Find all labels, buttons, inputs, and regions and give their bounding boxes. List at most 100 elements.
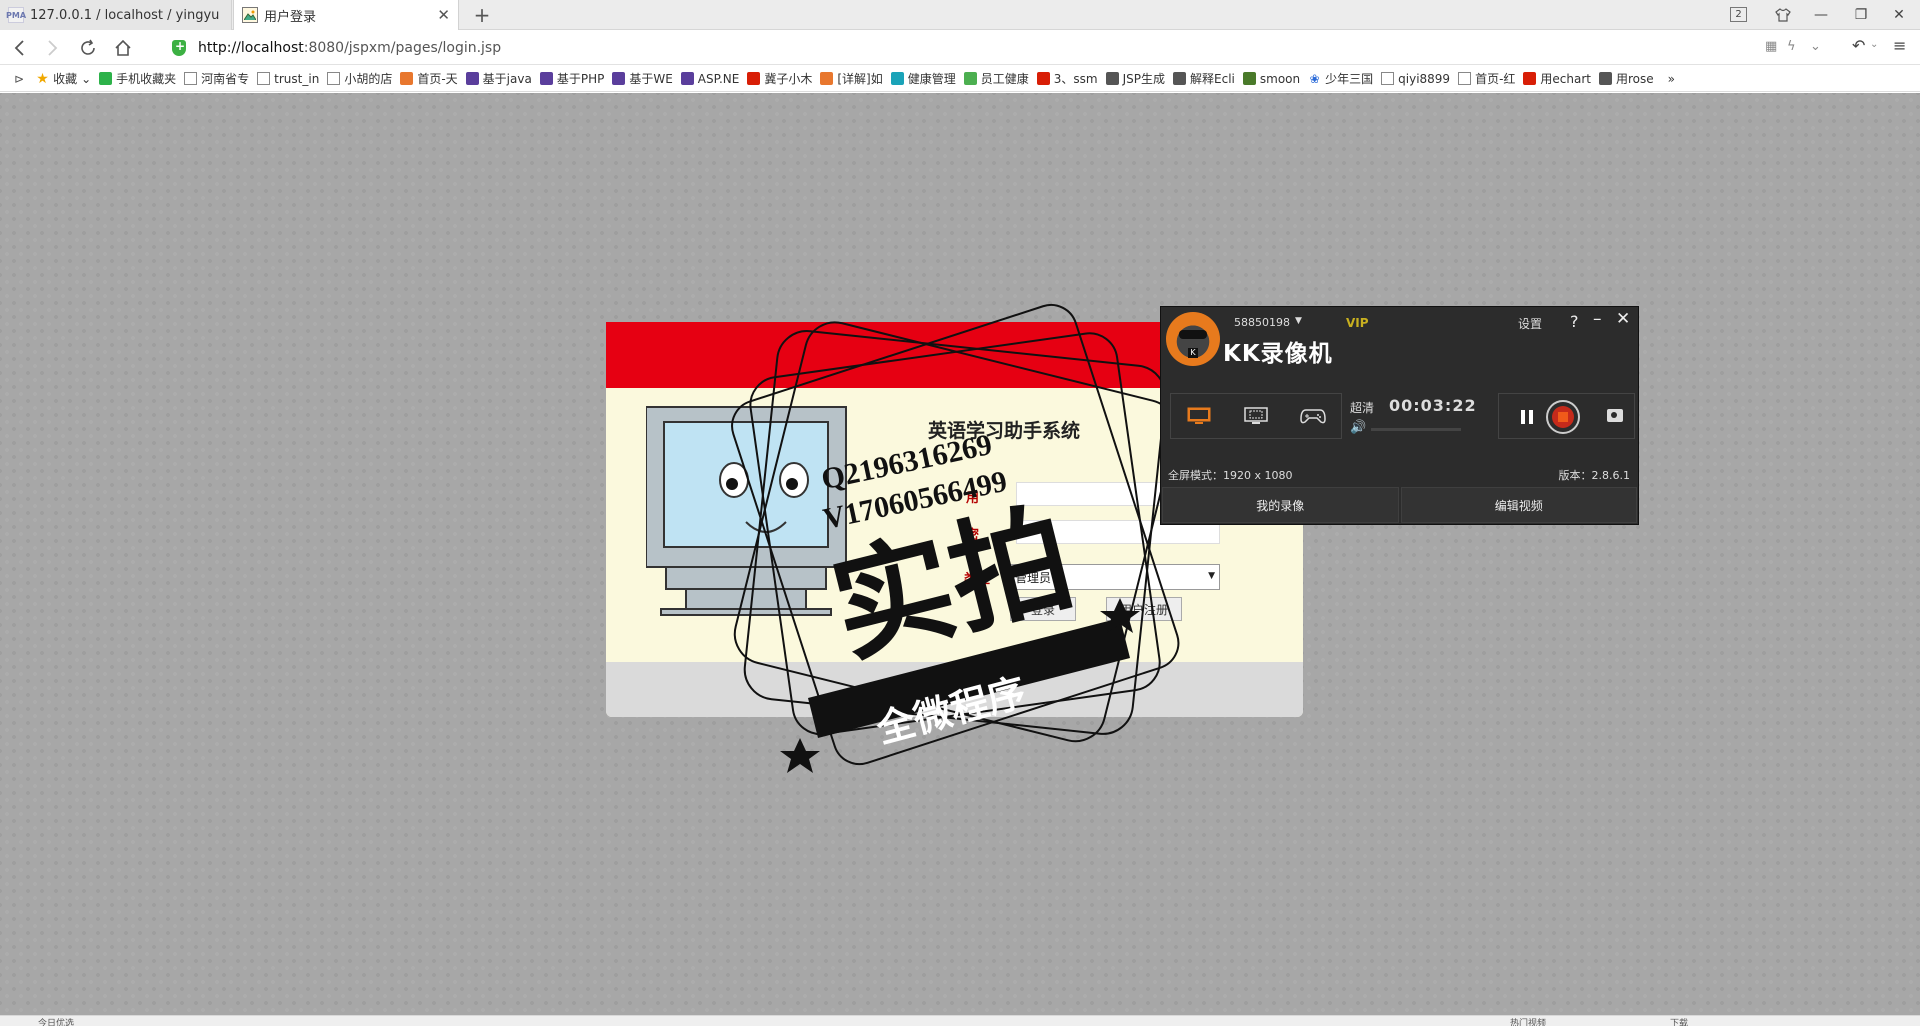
recorder-brand: KK录像机 — [1223, 341, 1333, 367]
bookmark-item[interactable]: 用rose — [1599, 70, 1654, 87]
more-bookmarks-icon[interactable]: » — [1668, 72, 1675, 86]
window-count-badge[interactable]: 2 — [1730, 7, 1747, 22]
bookmark-label: 基于java — [482, 72, 532, 86]
bookmark-label: 河南省专 — [201, 72, 250, 86]
bookmark-item[interactable]: smoon — [1242, 72, 1300, 86]
chevron-down-icon[interactable]: ⌄ — [1870, 39, 1878, 50]
reload-icon[interactable] — [75, 36, 101, 60]
close-icon[interactable]: ✕ — [1616, 309, 1630, 329]
doc-icon — [257, 72, 271, 85]
region-mode-icon[interactable] — [1243, 406, 1269, 426]
phone-icon — [99, 72, 113, 85]
recording-controls — [1498, 393, 1635, 439]
bookmark-item[interactable]: 基于PHP — [539, 70, 604, 87]
bookmark-item[interactable]: 手机收藏夹 — [99, 70, 176, 87]
undo-icon[interactable]: ↶ — [1852, 36, 1865, 55]
bookmark-item[interactable]: 河南省专 — [184, 70, 249, 87]
bookmark-label: 员工健康 — [980, 72, 1029, 86]
bookmark-item[interactable]: ★ 收藏 ⌄ — [36, 70, 91, 87]
fullscreen-mode-info: 全屏模式：1920 x 1080 — [1168, 469, 1293, 482]
paw-icon: ❀ — [1309, 71, 1320, 86]
lightning-icon[interactable]: ϟ — [1787, 39, 1796, 54]
grid-icon[interactable]: ▦ — [1765, 39, 1777, 54]
bookmarks-bar: ⊳ ★ 收藏 ⌄ 手机收藏夹 河南省专 trust_in 小胡的店 首页-天 基于java 基于P… — [0, 66, 1920, 92]
doc-icon — [327, 72, 341, 85]
volume-icon[interactable]: 🔊 — [1350, 420, 1366, 435]
restore-button[interactable]: ❐ — [1840, 0, 1882, 30]
chevron-down-icon[interactable]: ⌄ — [1810, 39, 1821, 54]
bookmark-label: trust_in — [274, 71, 320, 86]
bookmark-item[interactable]: 小胡的店 — [327, 70, 392, 87]
bookmark-item[interactable]: 用echart — [1523, 70, 1591, 87]
site-icon — [820, 72, 834, 85]
sidebar-toggle-icon[interactable]: ⊳ — [14, 72, 24, 86]
camera-icon[interactable] — [1607, 409, 1623, 422]
status-left[interactable]: 今日优选 — [38, 1016, 74, 1026]
status-videos[interactable]: 热门视频 — [1510, 1016, 1546, 1026]
bookmark-item[interactable]: 首页-天 — [400, 70, 458, 87]
edit-video-button[interactable]: 编辑视频 — [1400, 487, 1637, 523]
bookmark-item[interactable]: 基于java — [465, 70, 532, 87]
quality-selector[interactable]: 超清 — [1350, 399, 1374, 416]
bookmark-label: 首页-红 — [1475, 72, 1516, 86]
fullscreen-mode-icon[interactable] — [1186, 406, 1212, 426]
my-videos-button[interactable]: 我的录像 — [1162, 487, 1399, 523]
bookmark-item[interactable]: 健康管理 — [890, 70, 956, 87]
chevron-down-icon[interactable]: ▼ — [1295, 316, 1302, 326]
bookmark-item[interactable]: 首页-红 — [1458, 70, 1515, 87]
bookmark-item[interactable]: trust_in — [257, 72, 319, 86]
status-download[interactable]: 下载 — [1670, 1016, 1688, 1026]
gamepad-icon[interactable] — [1299, 406, 1326, 426]
bookmark-item[interactable]: 解释Ecli — [1173, 70, 1235, 87]
bookmark-label: 收藏 — [53, 72, 78, 86]
phpmyadmin-icon: PMA — [6, 7, 26, 23]
menu-icon[interactable]: ≡ — [1893, 36, 1906, 55]
bookmark-item[interactable]: 冀子小木 — [747, 70, 812, 87]
bookmark-item[interactable]: 3、ssm — [1036, 70, 1098, 87]
vip-badge[interactable]: VIP — [1346, 316, 1369, 330]
tab-phpmyadmin[interactable]: PMA 127.0.0.1 / localhost / yingyu — [0, 0, 232, 30]
recording-timer: 00:03:22 — [1389, 396, 1477, 415]
help-icon[interactable]: ? — [1570, 312, 1579, 331]
minimize-icon[interactable]: – — [1593, 309, 1602, 329]
back-button[interactable] — [6, 36, 32, 60]
url-host: http://localhost — [198, 40, 304, 56]
bookmark-label: 用rose — [1616, 72, 1654, 86]
site-icon — [1036, 72, 1050, 85]
bookmark-label: 解释Ecli — [1190, 72, 1235, 86]
bookmark-label: 小胡的店 — [344, 72, 393, 86]
kk-recorder-window: 58850198 ▼ VIP KK录像机 设置 ? – ✕ 超清 🔊 00:03… — [1160, 306, 1639, 525]
pause-icon[interactable] — [1521, 410, 1533, 424]
computer-illustration — [646, 406, 847, 616]
close-window-button[interactable]: ✕ — [1878, 0, 1920, 30]
new-tab-button[interactable]: + — [470, 3, 494, 27]
settings-button[interactable]: 设置 — [1518, 315, 1542, 332]
register-button[interactable]: 用户注册 — [1106, 597, 1182, 621]
home-icon[interactable] — [110, 36, 136, 60]
site-icon — [1105, 72, 1119, 85]
shirt-icon[interactable] — [1762, 0, 1804, 30]
account-id[interactable]: 58850198 — [1234, 316, 1290, 329]
tab-title: 用户登录 — [264, 9, 317, 25]
bookmark-item[interactable]: JSP生成 — [1105, 70, 1165, 87]
bookmark-item[interactable]: [详解]如 — [820, 70, 883, 87]
login-button[interactable]: 登录 — [1010, 597, 1076, 621]
site-icon — [1242, 72, 1256, 85]
volume-slider[interactable] — [1371, 428, 1461, 431]
address-bar[interactable]: http://localhost:8080/jspxm/pages/login.… — [172, 37, 1752, 59]
bookmark-item[interactable]: qiyi8899 — [1381, 72, 1450, 86]
tab-login[interactable]: 用户登录 ✕ — [233, 0, 459, 30]
close-tab-icon[interactable]: ✕ — [437, 6, 450, 24]
bookmark-item[interactable]: ❀ 少年三国 — [1308, 70, 1374, 87]
site-icon — [1599, 72, 1613, 85]
bookmark-item[interactable]: 基于WE — [612, 70, 673, 87]
tab-strip: PMA 127.0.0.1 / localhost / yingyu 用户登录 … — [0, 0, 1920, 30]
chevron-down-icon: ▼ — [1208, 571, 1215, 581]
bookmark-item[interactable]: ASP.NE — [680, 72, 739, 86]
minimize-button[interactable]: — — [1800, 0, 1842, 30]
user-type-select[interactable]: 管理员 ▼ — [1010, 564, 1220, 590]
bookmark-item[interactable]: 员工健康 — [963, 70, 1029, 87]
stop-record-icon[interactable] — [1546, 400, 1580, 434]
forward-button[interactable] — [40, 36, 66, 60]
site-icon — [890, 72, 904, 85]
